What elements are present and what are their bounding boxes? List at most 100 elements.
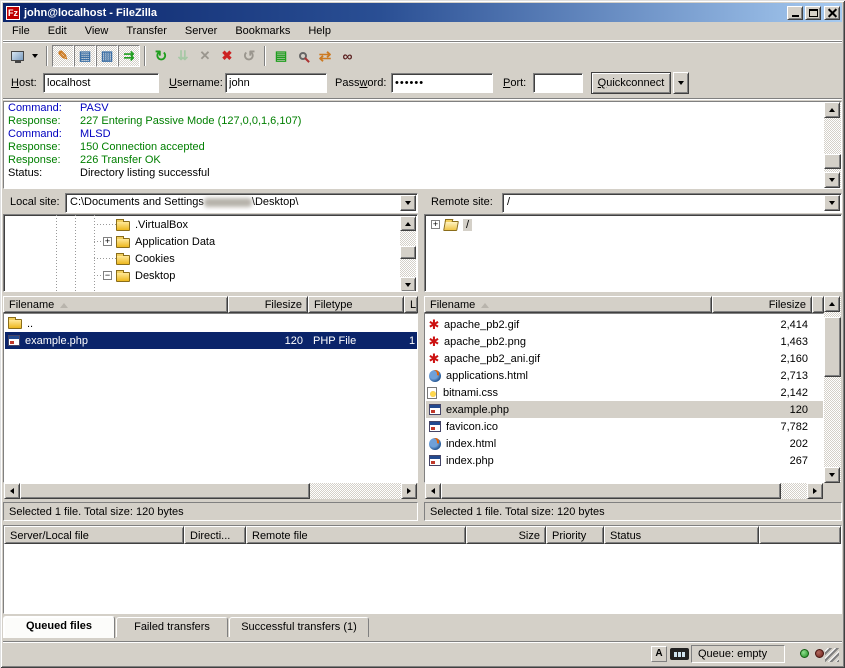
file-row[interactable]: index.html 202 xyxy=(426,435,823,452)
scroll-left-button[interactable] xyxy=(4,483,20,499)
collapse-minus-icon[interactable]: − xyxy=(103,271,112,280)
directory-comparison-button[interactable] xyxy=(292,45,314,67)
chevron-down-icon xyxy=(32,54,38,58)
column-header-remote-file[interactable]: Remote file xyxy=(246,526,466,544)
menu-server[interactable]: Server xyxy=(176,22,226,40)
remote-path-combobox[interactable]: / xyxy=(502,193,842,213)
chevron-down-icon xyxy=(405,201,411,205)
column-header-filename[interactable]: Filename xyxy=(3,296,228,313)
username-input[interactable] xyxy=(225,73,327,93)
host-input[interactable] xyxy=(43,73,159,93)
file-row-parent[interactable]: .. xyxy=(5,315,417,332)
refresh-button[interactable]: ↻ xyxy=(150,45,172,67)
maximize-button[interactable] xyxy=(805,6,821,20)
scroll-down-button[interactable] xyxy=(824,172,840,188)
menu-help[interactable]: Help xyxy=(299,22,340,40)
scrollbar-thumb[interactable] xyxy=(20,483,310,499)
tree-item-virtualbox[interactable]: .VirtualBox xyxy=(116,216,188,233)
chevron-down-icon xyxy=(829,201,835,205)
tree-item-root[interactable]: + / xyxy=(431,216,472,233)
disconnect-button[interactable]: ✖ xyxy=(216,45,238,67)
tree-guide xyxy=(94,224,116,225)
file-row-example-php[interactable]: example.php 120 PHP File 1 xyxy=(5,332,417,349)
column-header-direction[interactable]: Directi... xyxy=(184,526,246,544)
file-row[interactable]: favicon.ico 7,782 xyxy=(426,418,823,435)
scroll-left-button[interactable] xyxy=(425,483,441,499)
scroll-down-button[interactable] xyxy=(400,277,416,292)
remote-vscrollbar[interactable] xyxy=(824,296,841,483)
column-header-filesize[interactable]: Filesize xyxy=(712,296,812,313)
tab-failed-transfers[interactable]: Failed transfers xyxy=(116,617,228,637)
file-row[interactable]: applications.html 2,713 xyxy=(426,367,823,384)
file-row[interactable]: index.php 267 xyxy=(426,452,823,469)
file-row[interactable]: ✱apache_pb2.png 1,463 xyxy=(426,333,823,350)
toggle-queue-button[interactable]: ⇉ xyxy=(118,45,140,67)
tab-successful-transfers[interactable]: Successful transfers (1) xyxy=(229,617,369,637)
menu-bookmarks[interactable]: Bookmarks xyxy=(226,22,299,40)
local-path-dropdown[interactable] xyxy=(400,195,416,211)
expand-plus-icon[interactable]: + xyxy=(103,237,112,246)
site-manager-button[interactable] xyxy=(6,45,28,67)
transfer-type-indicator[interactable]: A xyxy=(651,646,667,662)
column-header-status[interactable]: Status xyxy=(604,526,759,544)
local-path-text: C:\Documents and Settings\Desktop\ xyxy=(70,196,298,208)
toggle-remote-tree-button[interactable]: ▥ xyxy=(96,45,118,67)
menu-edit[interactable]: Edit xyxy=(39,22,76,40)
column-header-size[interactable]: Size xyxy=(466,526,546,544)
scroll-up-button[interactable] xyxy=(400,216,416,231)
toggle-log-view-button[interactable]: ✎ xyxy=(52,45,74,67)
menu-file[interactable]: File xyxy=(3,22,39,40)
port-input[interactable] xyxy=(533,73,583,93)
remote-hscrollbar[interactable] xyxy=(425,483,823,499)
process-queue-button[interactable]: ⇊ xyxy=(172,45,194,67)
minimize-button[interactable] xyxy=(787,6,803,20)
menu-view[interactable]: View xyxy=(76,22,118,40)
close-button[interactable] xyxy=(824,6,840,20)
column-header-lastmodified[interactable]: L xyxy=(404,296,418,313)
arrow-down-icon xyxy=(405,283,411,287)
expand-plus-icon[interactable]: + xyxy=(431,220,440,229)
scroll-right-button[interactable] xyxy=(401,483,417,499)
column-header-filename[interactable]: Filename xyxy=(424,296,712,313)
local-tree-scrollbar[interactable] xyxy=(400,216,416,292)
scroll-down-button[interactable] xyxy=(824,467,840,483)
tree-item-cookies[interactable]: Cookies xyxy=(116,250,175,267)
password-input[interactable] xyxy=(391,73,493,93)
local-path-combobox[interactable]: C:\Documents and Settings\Desktop\ xyxy=(65,193,418,213)
file-row[interactable]: ✱apache_pb2_ani.gif 2,160 xyxy=(426,350,823,367)
scrollbar-thumb[interactable] xyxy=(441,483,781,499)
tree-item-application-data[interactable]: + Application Data xyxy=(103,233,215,250)
synchronized-browsing-button[interactable]: ⇄ xyxy=(314,45,336,67)
log-scrollbar[interactable] xyxy=(824,102,841,188)
file-row[interactable]: bitnami.css 2,142 xyxy=(426,384,823,401)
scroll-up-button[interactable] xyxy=(824,296,840,312)
file-row[interactable]: ✱apache_pb2.gif 2,414 xyxy=(426,316,823,333)
file-row-selected[interactable]: example.php 120 xyxy=(426,401,823,418)
tab-queued-files[interactable]: Queued files xyxy=(3,616,115,638)
column-header-filesize[interactable]: Filesize xyxy=(228,296,308,313)
queue-status: Queue: empty xyxy=(691,645,785,663)
filter-button[interactable]: ▤ xyxy=(270,45,292,67)
scroll-up-button[interactable] xyxy=(824,102,840,118)
remote-path-dropdown[interactable] xyxy=(824,195,840,211)
column-header-server-local-file[interactable]: Server/Local file xyxy=(4,526,184,544)
reconnect-button[interactable]: ↺ xyxy=(238,45,260,67)
toggle-local-tree-button[interactable]: ▤ xyxy=(74,45,96,67)
menu-transfer[interactable]: Transfer xyxy=(117,22,176,40)
tree-item-desktop[interactable]: − Desktop xyxy=(103,267,175,284)
quickconnect-button[interactable]: Quickconnect xyxy=(591,72,671,94)
quickconnect-dropdown[interactable] xyxy=(673,72,689,94)
cancel-operation-button[interactable]: ✕ xyxy=(194,45,216,67)
site-manager-dropdown[interactable] xyxy=(28,45,42,67)
scrollbar-thumb[interactable] xyxy=(824,317,841,377)
scrollbar-thumb[interactable] xyxy=(824,154,841,169)
scroll-right-button[interactable] xyxy=(807,483,823,499)
remote-list-header: Filename Filesize xyxy=(424,296,824,313)
column-header-filetype[interactable]: Filetype xyxy=(308,296,404,313)
resize-grip[interactable] xyxy=(825,648,839,662)
folder-icon xyxy=(116,255,130,265)
find-files-button[interactable]: ∞ xyxy=(336,45,358,67)
column-header-priority[interactable]: Priority xyxy=(546,526,604,544)
local-hscrollbar[interactable] xyxy=(4,483,417,499)
scrollbar-thumb[interactable] xyxy=(400,246,416,259)
